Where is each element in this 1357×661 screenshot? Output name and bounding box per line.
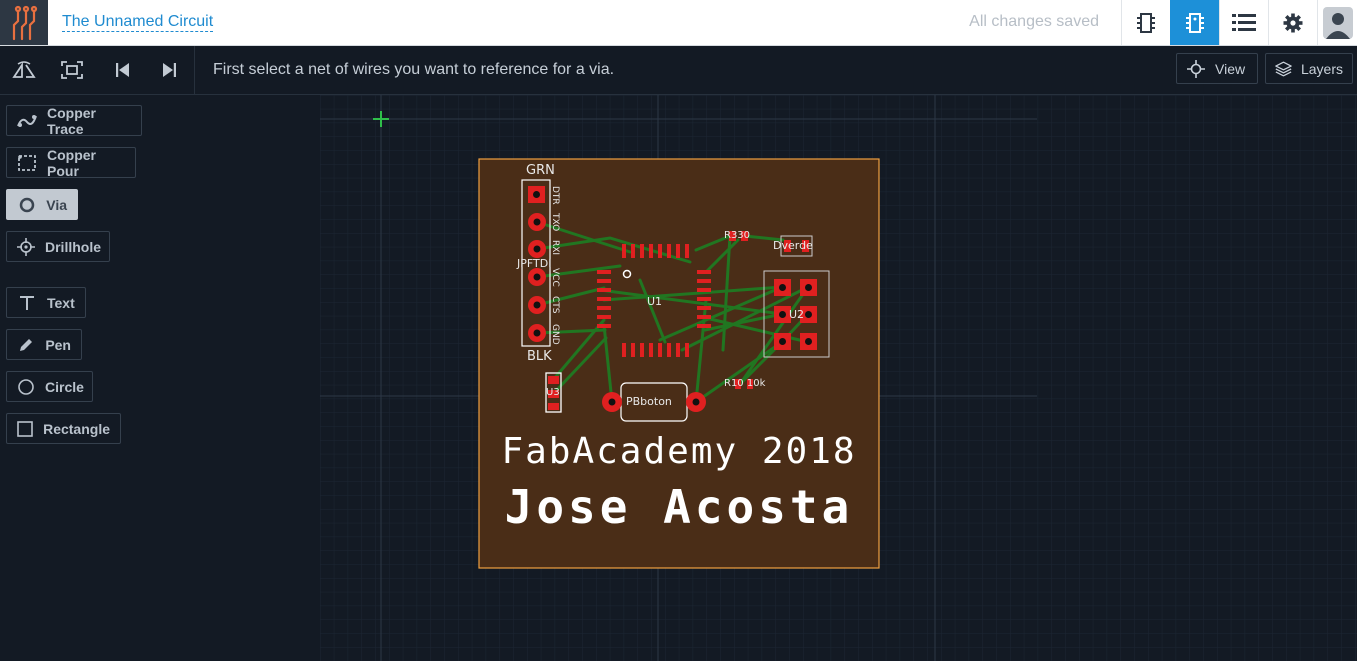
board-text-line1[interactable]: FabAcademy 2018 [480,430,878,474]
drillhole-label: Drillhole [45,238,102,255]
pcb-canvas[interactable] [320,95,1357,661]
chip-icon [1137,12,1155,33]
toolbar-divider [194,46,195,94]
pen-tool[interactable]: Pen [6,329,82,360]
label-vcc: VCC [550,268,560,287]
fit-screen-button[interactable] [48,46,96,94]
app-logo[interactable] [0,0,48,45]
label-u1: U1 [647,295,663,308]
pcb-view-button[interactable] [1170,0,1219,45]
step-forward-button[interactable] [146,46,194,94]
label-txo: TXO [550,213,560,232]
view-label: View [1215,60,1246,77]
view-button[interactable]: View [1176,53,1258,84]
gear-icon [1283,13,1303,32]
crosshair-icon [1187,59,1205,78]
label-blk: BLK [527,349,552,364]
copper-pour-tool[interactable]: Copper Pour [6,146,136,179]
layers-label: Layers [1300,60,1343,77]
label-jpftdi: JPFTDI [517,257,552,270]
label-r330: R330 [724,230,751,241]
top-icon-group [1121,0,1357,45]
board-text-line2[interactable]: Jose Acosta [480,480,878,534]
circle-tool[interactable]: Circle [6,371,93,402]
pen-label: Pen [45,336,71,353]
via-icon [17,195,36,215]
skip-back-icon [116,63,129,77]
fit-screen-icon [61,61,83,79]
avatar-icon [1322,6,1353,39]
circuit-title[interactable]: The Unnamed Circuit [62,12,214,32]
circle-label: Circle [45,378,84,395]
label-cts: CTS [550,296,560,314]
via-label: Via [46,196,67,213]
flip-board-icon [12,61,36,78]
text-icon [17,293,37,313]
bom-view-button[interactable] [1219,0,1268,45]
tool-hint: First select a net of wires you want to … [213,61,615,78]
via-tool[interactable]: Via [6,189,78,220]
copper-pour-label: Copper Pour [47,146,96,179]
pcb-toolbar: First select a net of wires you want to … [0,46,1357,95]
label-rxi: RXI [550,240,560,256]
circle-icon [17,377,35,397]
drillhole-tool[interactable]: Drillhole [6,231,110,262]
step-back-button[interactable] [98,46,146,94]
label-gnd: GND [550,324,560,345]
layers-button[interactable]: Layers [1265,53,1353,84]
drillhole-icon [17,237,35,257]
copper-pour-icon [17,153,37,173]
layers-icon [1275,61,1292,76]
pcb-icon [1186,12,1204,33]
text-label: Text [47,294,75,311]
top-bar: The Unnamed Circuit All changes saved [0,0,1357,46]
label-dverde: Dverde [773,239,813,252]
label-u2: U2 [789,308,805,321]
copper-trace-icon [17,111,37,131]
save-status: All changes saved [969,13,1099,30]
label-r10k: R10 10k [724,378,766,389]
user-avatar[interactable] [1317,0,1357,45]
circuit-logo-icon [12,5,38,40]
label-pbboton: PBboton [626,395,672,408]
settings-button[interactable] [1268,0,1317,45]
list-icon [1232,13,1256,31]
pen-icon [17,335,35,355]
label-dtr: DTR [550,186,560,205]
schematic-view-button[interactable] [1121,0,1170,45]
copper-trace-tool[interactable]: Copper Trace [6,104,142,137]
rectangle-label: Rectangle [43,420,110,437]
copper-trace-label: Copper Trace [47,104,96,137]
flip-board-button[interactable] [0,46,48,94]
label-grn: GRN [526,163,555,178]
rectangle-icon [17,419,33,439]
skip-forward-icon [163,63,176,77]
rectangle-tool[interactable]: Rectangle [6,413,121,444]
label-u3: U3 [546,387,560,398]
text-tool[interactable]: Text [6,287,86,318]
